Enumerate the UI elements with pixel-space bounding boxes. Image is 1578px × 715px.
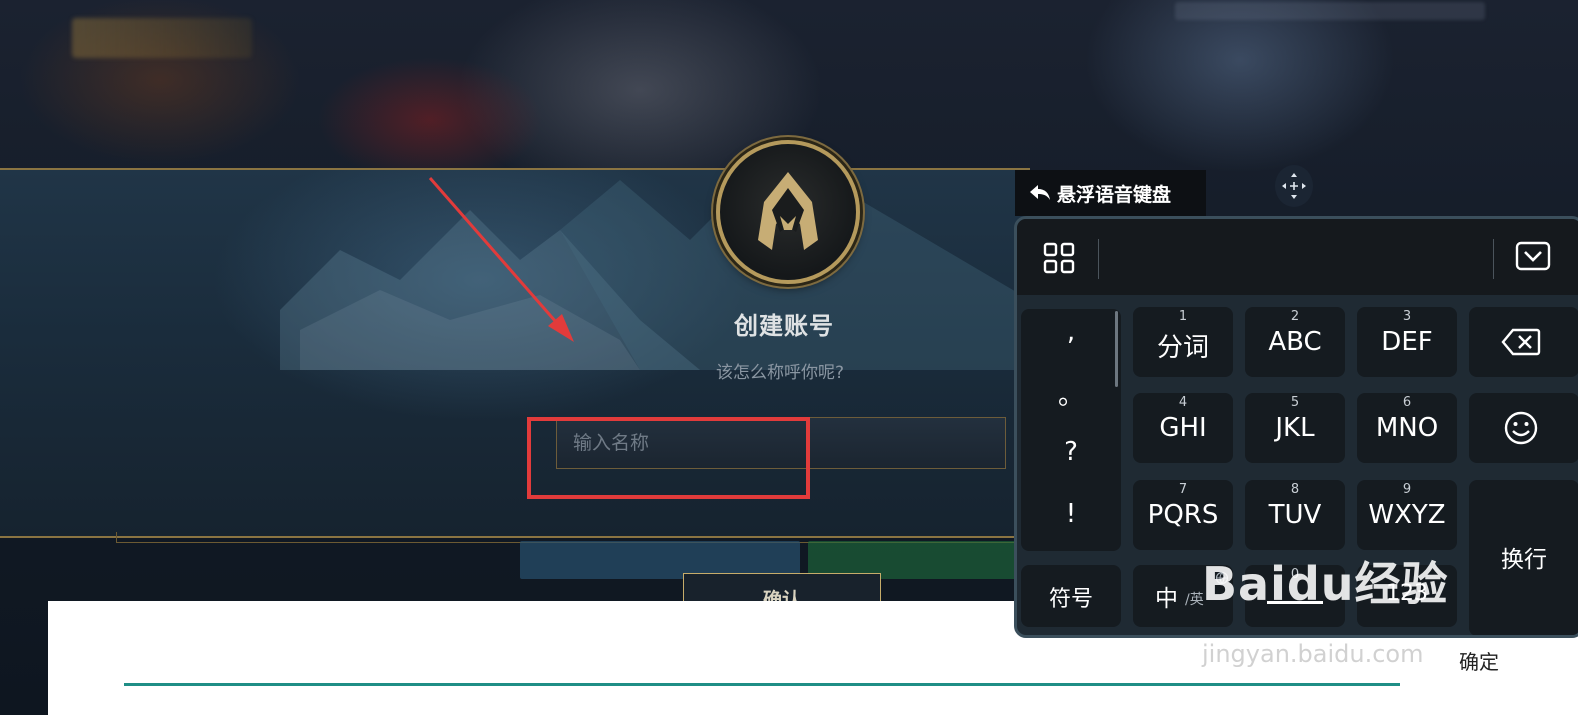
back-arrow-icon bbox=[1030, 185, 1050, 200]
backspace-icon bbox=[1501, 328, 1541, 356]
move-handle-icon[interactable] bbox=[1275, 165, 1313, 207]
page-title: 创建账号 bbox=[734, 312, 834, 340]
blurred-game-logo bbox=[72, 18, 252, 58]
key-7[interactable]: 7 PQRS bbox=[1133, 480, 1233, 550]
key-6[interactable]: 6 MNO bbox=[1357, 393, 1457, 463]
divider-line bbox=[124, 683, 1400, 686]
floating-voice-keyboard-tab[interactable]: 悬浮语音键盘 bbox=[1015, 170, 1206, 216]
key-4[interactable]: 4 GHI bbox=[1133, 393, 1233, 463]
symbol-key[interactable]: 符号 bbox=[1021, 565, 1121, 627]
key-5[interactable]: 5 JKL bbox=[1245, 393, 1345, 463]
collapse-keyboard-icon[interactable] bbox=[1515, 241, 1551, 271]
punctuation-exclamation[interactable]: ! bbox=[1021, 499, 1121, 529]
emoji-key[interactable] bbox=[1469, 393, 1578, 463]
punctuation-period[interactable]: 。 bbox=[1021, 375, 1121, 412]
punctuation-list[interactable]: , 。 ? ! bbox=[1021, 309, 1121, 551]
punctuation-scrollbar[interactable] bbox=[1115, 311, 1118, 387]
key-2[interactable]: 2 ABC bbox=[1245, 307, 1345, 377]
newline-key[interactable]: 换行 bbox=[1469, 480, 1578, 635]
keyboard-confirm-label[interactable]: 确定 bbox=[1459, 646, 1499, 675]
blurred-status-text bbox=[1175, 2, 1485, 20]
backspace-key[interactable] bbox=[1469, 307, 1578, 377]
punctuation-comma[interactable]: , bbox=[1021, 317, 1121, 347]
watermark-url: jingyan.baidu.com bbox=[1202, 640, 1424, 668]
baidu-watermark: Baidu经验 bbox=[1202, 557, 1449, 611]
key-3[interactable]: 3 DEF bbox=[1357, 307, 1457, 377]
key-1[interactable]: 1 分词 bbox=[1133, 307, 1233, 377]
key-9[interactable]: 9 WXYZ bbox=[1357, 480, 1457, 550]
assassin-emblem bbox=[716, 140, 860, 284]
toolbar-separator-left bbox=[1098, 239, 1099, 279]
emoji-smile-icon bbox=[1504, 411, 1538, 445]
page-subtitle: 该怎么称呼你呢? bbox=[715, 363, 845, 383]
toolbar-separator-right bbox=[1493, 239, 1494, 279]
create-account-panel bbox=[0, 168, 1030, 538]
keyboard-toolbar bbox=[1017, 219, 1578, 295]
grid-menu-icon[interactable] bbox=[1043, 242, 1075, 274]
floating-voice-keyboard-label: 悬浮语音键盘 bbox=[1057, 183, 1172, 206]
key-8[interactable]: 8 TUV bbox=[1245, 480, 1345, 550]
hooded-figure-icon bbox=[758, 172, 818, 250]
drag-arrows-icon bbox=[1282, 173, 1306, 199]
punctuation-question[interactable]: ? bbox=[1021, 437, 1121, 467]
annotation-highlight-box bbox=[527, 417, 810, 499]
